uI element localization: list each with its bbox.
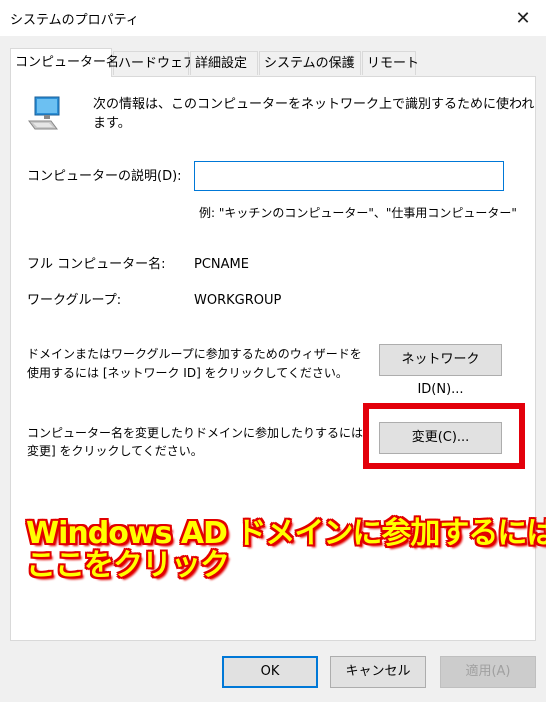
annotation-line2: ここをクリック [26, 548, 230, 583]
ok-button[interactable]: OK [222, 656, 318, 688]
wizard-text-line1: ドメインまたはワークグループに参加するためのウィザードを [27, 347, 362, 361]
close-icon: ✕ [515, 7, 531, 29]
tab-system-protection[interactable]: システムの保護 [259, 51, 361, 75]
cancel-button[interactable]: キャンセル [330, 656, 426, 688]
rename-text-line1: コンピューター名を変更したりドメインに参加したりするには [27, 426, 364, 440]
intro-text-line1: 次の情報は、このコンピューターをネットワーク上で識別するために使われ [93, 97, 535, 112]
workgroup-value: WORKGROUP [194, 293, 282, 308]
workgroup-label: ワークグループ: [27, 293, 122, 308]
rename-text-line2: 変更] をクリックしてください。 [27, 444, 203, 458]
intro-text-line2: ます。 [93, 116, 131, 131]
window-title: システムのプロパティ [10, 13, 139, 28]
close-button[interactable]: ✕ [500, 0, 546, 36]
tab-advanced[interactable]: 詳細設定 [190, 51, 258, 75]
apply-button[interactable]: 適用(A) [440, 656, 536, 688]
tab-strip: コンピューター名 ハードウェア 詳細設定 システムの保護 リモート [10, 48, 540, 77]
wizard-text-line2: 使用するには [ネットワーク ID] をクリックしてください。 [27, 366, 348, 380]
computer-icon [25, 95, 61, 133]
description-input[interactable] [194, 161, 504, 191]
title-bar: システムのプロパティ ✕ [0, 0, 546, 36]
full-name-label: フル コンピューター名: [27, 257, 166, 272]
change-button[interactable]: 変更(C)... [379, 422, 502, 454]
tab-remote[interactable]: リモート [362, 51, 419, 75]
description-label: コンピューターの説明(D): [27, 169, 182, 184]
tab-hardware[interactable]: ハードウェア [113, 51, 196, 75]
full-name-value: PCNAME [194, 257, 249, 272]
tab-computer-name[interactable]: コンピューター名 [10, 48, 119, 77]
description-example: 例: "キッチンのコンピューター"、"仕事用コンピューター" [199, 206, 517, 220]
network-id-button[interactable]: ネットワーク ID(N)... [379, 344, 502, 397]
